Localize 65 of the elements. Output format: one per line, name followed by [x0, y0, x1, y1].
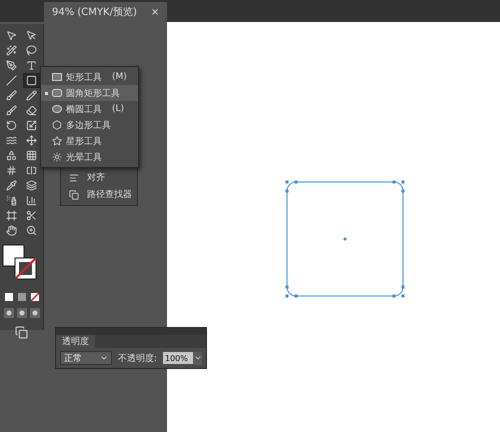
- lasso-icon: [26, 45, 37, 56]
- menu-item[interactable]: 光晕工具: [41, 149, 138, 165]
- frame-icon: [6, 210, 17, 221]
- polygon-icon: [52, 120, 62, 130]
- eyedropper-icon: [6, 180, 17, 191]
- opacity-field[interactable]: 100%: [163, 352, 193, 364]
- document-tab[interactable]: 94% (CMYK/预览) ×: [44, 2, 168, 22]
- caret-icon: [100, 354, 108, 362]
- bar-chart-icon: [26, 195, 37, 206]
- menu-item-label: 椭圆工具: [66, 104, 102, 116]
- menu-item-label: 星形工具: [66, 136, 102, 148]
- panel-item[interactable]: 对齐: [87, 171, 105, 184]
- ellipse-icon: [52, 105, 62, 113]
- menu-item-label: 矩形工具: [66, 72, 102, 84]
- rounded-rectangle-drawing[interactable]: [285, 180, 405, 298]
- rectangle-icon: [52, 73, 62, 81]
- grid-icon: [26, 150, 37, 161]
- menu-item[interactable]: 椭圆工具 (L): [41, 101, 138, 117]
- flare-icon: [52, 152, 62, 162]
- eraser-icon: [26, 105, 37, 116]
- close-button[interactable]: ×: [150, 6, 160, 18]
- rounded-rectangle-icon: [52, 89, 62, 97]
- menu-item[interactable]: 圆角矩形工具: [41, 85, 138, 101]
- type-icon: [26, 60, 37, 71]
- shortcut-label: (L): [112, 104, 124, 114]
- menu-item[interactable]: 多边形工具: [41, 117, 138, 133]
- panel-tab[interactable]: 透明度: [56, 335, 95, 348]
- line-icon: [6, 75, 17, 86]
- brush-icon: [6, 105, 17, 116]
- arrow-icon: [6, 30, 17, 41]
- wand-icon: [6, 45, 17, 56]
- align-icon: [69, 172, 79, 182]
- arrow-icon: [26, 30, 37, 41]
- caret-icon: [194, 354, 202, 362]
- menu-item-label: 光晕工具: [66, 152, 102, 164]
- menu-item-label: 多边形工具: [66, 120, 111, 132]
- scissors-icon: [26, 210, 37, 221]
- panel-item[interactable]: 路径查找器: [87, 188, 132, 201]
- hand-icon: [6, 225, 17, 236]
- bullet-icon: [45, 92, 48, 94]
- pen-icon: [6, 60, 17, 71]
- shortcut-label: (M): [112, 72, 127, 82]
- wave-icon: [6, 135, 17, 146]
- brush-icon: [6, 90, 17, 101]
- tab-title: 94% (CMYK/预览): [52, 6, 137, 19]
- shapes-icon: [6, 150, 17, 161]
- tool-button[interactable]: [22, 73, 40, 88]
- move-icon: [26, 135, 37, 146]
- rectangle-icon: [26, 75, 37, 86]
- draw-mode-icon[interactable]: [4, 308, 40, 318]
- opacity-label: 不透明度:: [118, 352, 157, 364]
- pencil-icon: [26, 90, 37, 101]
- dropdown-button[interactable]: [193, 352, 202, 364]
- hash-icon: [6, 165, 17, 176]
- layers-icon: [26, 180, 37, 191]
- scale-icon: [26, 120, 37, 131]
- menu-item[interactable]: 星形工具: [41, 133, 138, 149]
- zoom-icon: [26, 225, 37, 236]
- menu-item-label: 圆角矩形工具: [66, 88, 120, 100]
- star-icon: [52, 136, 62, 146]
- rotate-icon: [6, 120, 17, 131]
- menu-item[interactable]: 矩形工具 (M): [41, 69, 138, 85]
- screen-mode-icon[interactable]: [15, 326, 28, 339]
- color-mode-icon[interactable]: [4, 292, 40, 302]
- blend-mode-select[interactable]: 正常: [60, 351, 112, 365]
